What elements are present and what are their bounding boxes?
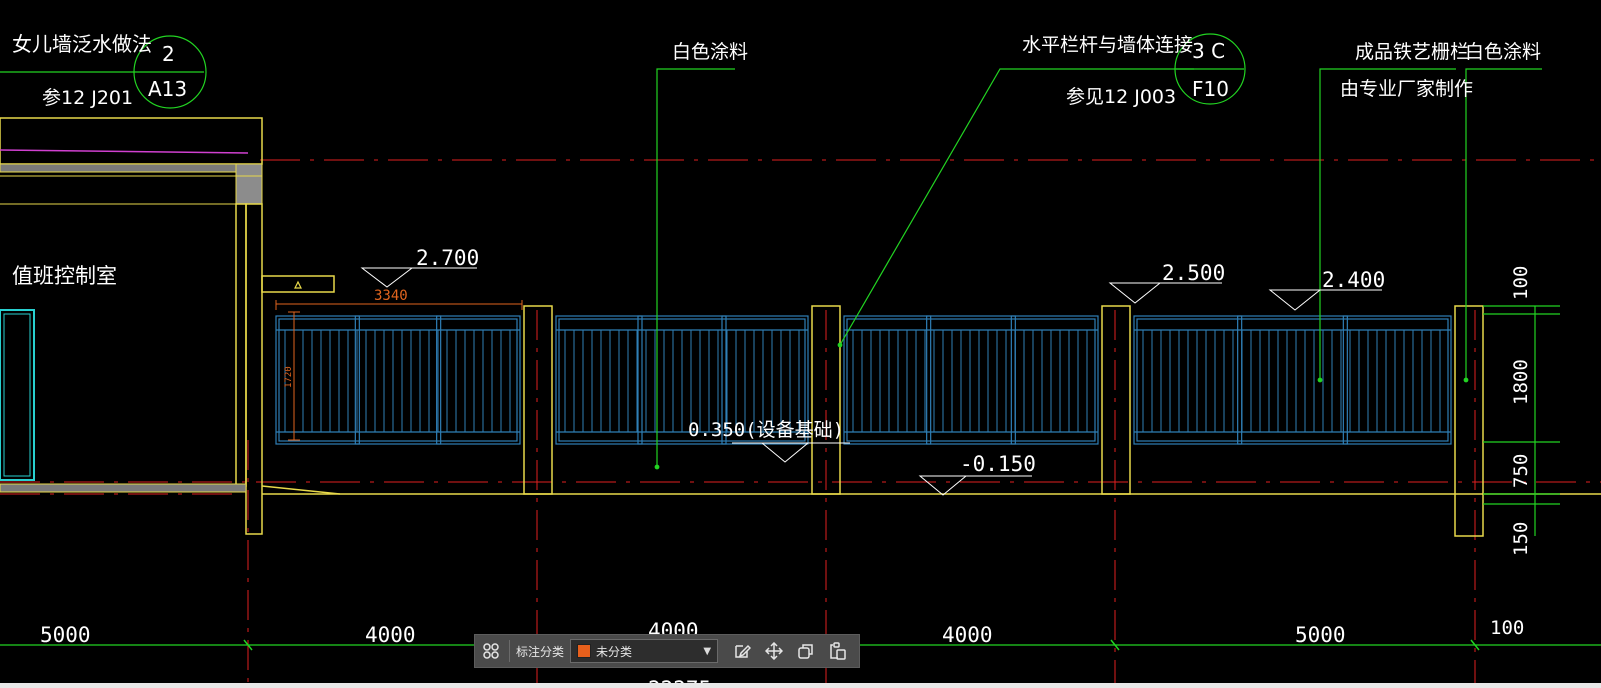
right-dim-100: 100 <box>1490 617 1524 639</box>
copy-icon[interactable] <box>793 638 819 664</box>
paint-note-center: 白色涂料 <box>672 41 748 63</box>
vertical-dim-150: 150 <box>1510 522 1532 556</box>
annotation-category-dropdown[interactable]: 未分类 ▼ <box>570 639 719 663</box>
edit-icon[interactable] <box>729 638 755 664</box>
railing-wall-note-title: 水平栏杆与墙体连接 <box>1022 34 1193 56</box>
selected-category-text: 未分类 <box>596 644 633 659</box>
bottom-dim-4: 4000 <box>942 623 993 647</box>
elevation-equipment-base: 0.350(设备基础) <box>688 419 844 441</box>
detail-bubble-2-top: 3 C <box>1192 39 1225 63</box>
canvas-background <box>0 0 1601 688</box>
caret-down-icon: ▼ <box>703 645 712 657</box>
category-color-swatch <box>577 644 592 658</box>
bottom-dim-5: 5000 <box>1295 623 1346 647</box>
paste-icon[interactable] <box>825 638 851 664</box>
grid-icon[interactable] <box>478 638 504 664</box>
detail-bubble-1-top: 2 <box>162 42 175 66</box>
detail-bubble-1-bottom: A13 <box>148 77 187 101</box>
paint-note-right: 白色涂料 <box>1465 41 1541 63</box>
room-name-label: 值班控制室 <box>12 264 117 288</box>
toolbar-separator <box>509 640 510 662</box>
railing-wall-note-ref: 参见12 J003 <box>1066 86 1176 108</box>
iron-railing-note-maker: 由专业厂家制作 <box>1340 78 1473 100</box>
bottom-dim-1: 5000 <box>40 623 91 647</box>
detail-bubble-2-bottom: F10 <box>1192 77 1229 101</box>
annotation-category-label: 标注分类 <box>516 644 565 659</box>
elevation-2500: 2.500 <box>1162 261 1225 285</box>
panel-width-dimension: 3340 <box>374 288 408 304</box>
annotation-toolbar: 标注分类 未分类 ▼ <box>474 634 860 668</box>
bottom-dim-2: 4000 <box>365 623 416 647</box>
elevation-minus-0150: -0.150 <box>960 452 1036 476</box>
parapet-note-title: 女儿墙泛水做法 <box>12 32 152 56</box>
vertical-dim-1800: 1800 <box>1510 359 1532 405</box>
horizontal-scrollbar[interactable] <box>0 683 1601 688</box>
elevation-2700: 2.700 <box>416 246 479 270</box>
vertical-dim-100: 100 <box>1510 266 1532 300</box>
panel-height-dimension: 1720 <box>284 366 294 388</box>
parapet-note-ref: 参12 J201 <box>42 87 133 109</box>
vertical-dim-750: 750 <box>1510 454 1532 488</box>
cad-drawing-canvas[interactable]: 女儿墙泛水做法 参12 J201 2 A13 白色涂料 水平栏杆与墙体连接 参见… <box>0 0 1601 688</box>
elevation-2400: 2.400 <box>1322 268 1385 292</box>
iron-railing-note-title: 成品铁艺栅栏 <box>1355 41 1469 63</box>
move-icon[interactable] <box>761 638 787 664</box>
